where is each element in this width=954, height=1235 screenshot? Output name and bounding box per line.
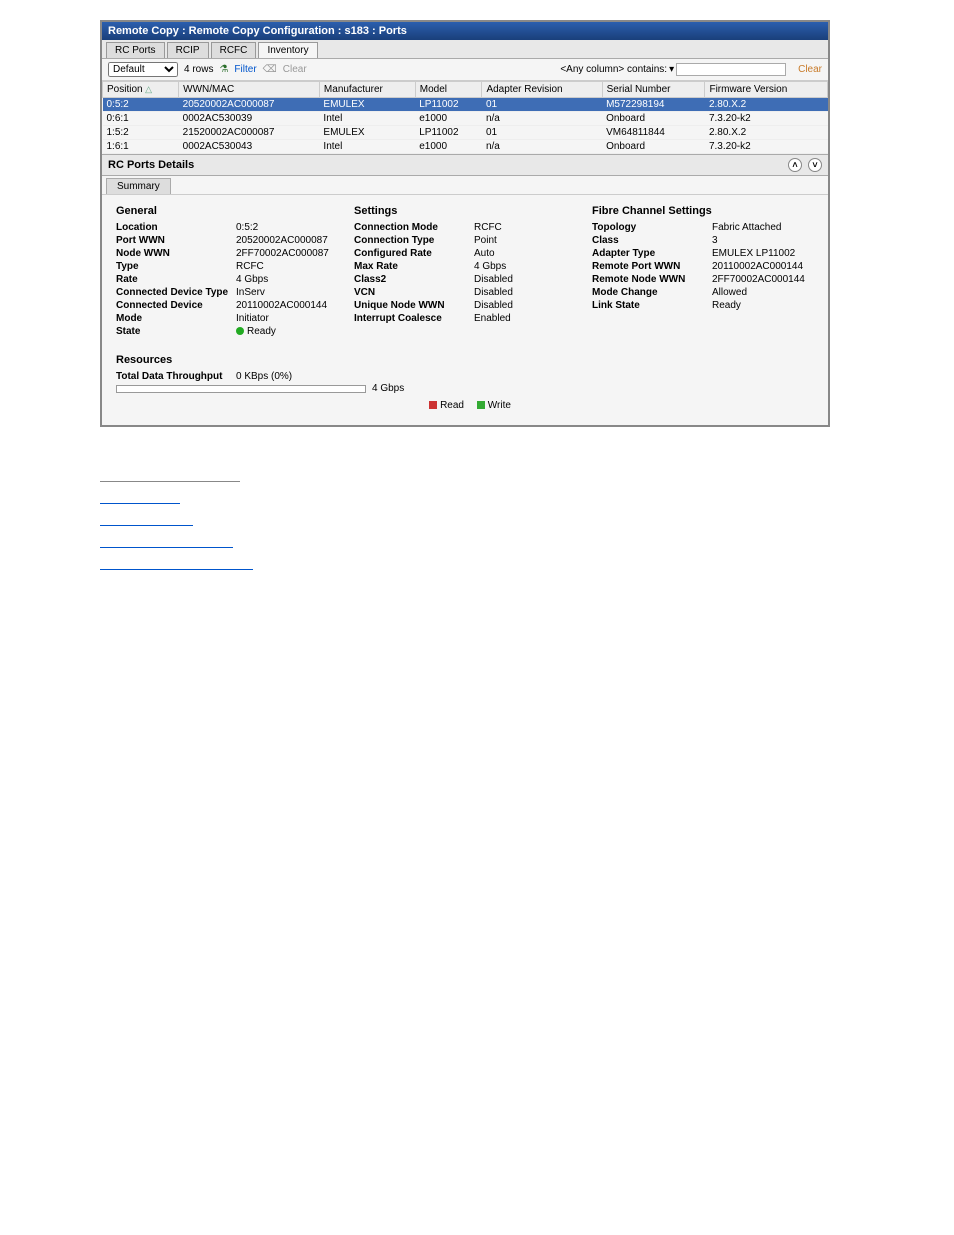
kv-row: Mode ChangeAllowed: [592, 286, 814, 299]
settings-heading: Settings: [354, 205, 576, 217]
kv-row: Link StateReady: [592, 299, 814, 312]
general-column: General Location0:5:2Port WWN20520002AC0…: [116, 205, 338, 338]
settings-column: Settings Connection ModeRCFCConnection T…: [354, 205, 576, 338]
tab-inventory[interactable]: Inventory: [258, 42, 317, 58]
links-heading: [100, 467, 240, 482]
table-row[interactable]: 1:6:10002AC530043Intele1000n/aOnboard7.3…: [103, 140, 828, 154]
throughput-max: 4 Gbps: [372, 383, 404, 394]
search-column-label[interactable]: <Any column> contains:: [560, 64, 667, 75]
window-title: Remote Copy : Remote Copy Configuration …: [102, 22, 828, 40]
table-row[interactable]: 0:5:220520002AC000087EMULEXLP1100201M572…: [103, 98, 828, 112]
sort-asc-icon: △: [143, 84, 152, 94]
resources-section: Resources Total Data Throughput 0 KBps (…: [102, 354, 828, 425]
kv-row: TypeRCFC: [116, 260, 338, 273]
view-select[interactable]: Default: [108, 62, 178, 77]
link-2[interactable]: [100, 511, 193, 526]
details-header: RC Ports Details ˄ ˅: [102, 154, 828, 176]
tab-rc-ports[interactable]: RC Ports: [106, 42, 165, 58]
search-input[interactable]: [676, 63, 786, 76]
throughput-bar: [116, 385, 366, 393]
main-tabs: RC Ports RCIP RCFC Inventory: [102, 40, 828, 59]
table-row[interactable]: 0:6:10002AC530039Intele1000n/aOnboard7.3…: [103, 112, 828, 126]
search-clear[interactable]: Clear: [798, 64, 822, 75]
clear-filter-link[interactable]: Clear: [283, 64, 307, 75]
status-dot-icon: [236, 327, 244, 335]
kv-row: Class2Disabled: [354, 273, 576, 286]
filter-icon: ⚗: [219, 64, 228, 75]
column-header[interactable]: Position △: [103, 82, 179, 98]
table-row[interactable]: 1:5:221520002AC000087EMULEXLP1100201VM64…: [103, 126, 828, 140]
read-swatch: [429, 401, 437, 409]
kv-row: Connection ModeRCFC: [354, 221, 576, 234]
related-links: [100, 467, 954, 577]
kv-row: Rate4 Gbps: [116, 273, 338, 286]
link-1[interactable]: [100, 489, 180, 504]
filter-link[interactable]: Filter: [234, 64, 256, 75]
kv-row: ModeInitiator: [116, 312, 338, 325]
kv-row: Location0:5:2: [116, 221, 338, 234]
column-header[interactable]: Firmware Version: [705, 82, 828, 98]
resources-heading: Resources: [116, 354, 814, 366]
details-subtabs: Summary: [102, 176, 828, 195]
subtab-summary[interactable]: Summary: [106, 178, 171, 194]
throughput-label: Total Data Throughput: [116, 371, 236, 382]
general-heading: General: [116, 205, 338, 217]
tab-rcfc[interactable]: RCFC: [211, 42, 257, 58]
details-panel: General Location0:5:2Port WWN20520002AC0…: [102, 195, 828, 348]
kv-row: Remote Port WWN20110002AC000144: [592, 260, 814, 273]
column-header[interactable]: Adapter Revision: [482, 82, 602, 98]
throughput-value: 0 KBps (0%): [236, 371, 292, 382]
toolbar: Default 4 rows ⚗ Filter ⌫ Clear <Any col…: [102, 59, 828, 81]
write-swatch: [477, 401, 485, 409]
kv-row: Adapter TypeEMULEX LP11002: [592, 247, 814, 260]
kv-row: Remote Node WWN2FF70002AC000144: [592, 273, 814, 286]
column-header[interactable]: Serial Number: [602, 82, 705, 98]
kv-row: StateReady: [116, 325, 338, 338]
row-count: 4 rows: [184, 64, 213, 75]
link-4[interactable]: [100, 555, 253, 570]
kv-row: Interrupt CoalesceEnabled: [354, 312, 576, 325]
clear-filter-icon: ⌫: [263, 64, 277, 75]
collapse-up-icon[interactable]: ˄: [788, 158, 802, 172]
kv-row: TopologyFabric Attached: [592, 221, 814, 234]
kv-row: Max Rate4 Gbps: [354, 260, 576, 273]
fc-column: Fibre Channel Settings TopologyFabric At…: [592, 205, 814, 338]
rc-ports-window: Remote Copy : Remote Copy Configuration …: [100, 20, 830, 427]
kv-row: Node WWN2FF70002AC000087: [116, 247, 338, 260]
tab-rcip[interactable]: RCIP: [167, 42, 209, 58]
kv-row: Connected Device TypeInServ: [116, 286, 338, 299]
kv-row: VCNDisabled: [354, 286, 576, 299]
kv-row: Unique Node WWNDisabled: [354, 299, 576, 312]
column-header[interactable]: Manufacturer: [319, 82, 415, 98]
kv-row: Port WWN20520002AC000087: [116, 234, 338, 247]
kv-row: Configured RateAuto: [354, 247, 576, 260]
link-3[interactable]: [100, 533, 233, 548]
column-header[interactable]: WWN/MAC: [179, 82, 320, 98]
fc-heading: Fibre Channel Settings: [592, 205, 814, 217]
chevron-down-icon[interactable]: ▾: [669, 64, 674, 75]
expand-down-icon[interactable]: ˅: [808, 158, 822, 172]
ports-table: Position △WWN/MACManufacturerModelAdapte…: [102, 81, 828, 154]
kv-row: Class3: [592, 234, 814, 247]
kv-row: Connected Device20110002AC000144: [116, 299, 338, 312]
kv-row: Connection TypePoint: [354, 234, 576, 247]
column-header[interactable]: Model: [415, 82, 482, 98]
